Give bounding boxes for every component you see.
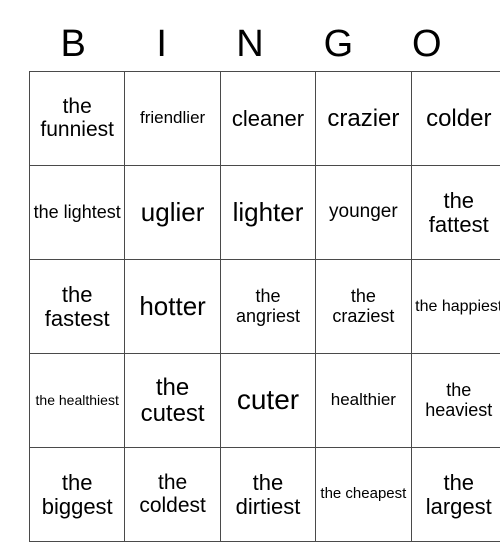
- bingo-cell[interactable]: the fastest: [28, 259, 126, 354]
- bingo-cell[interactable]: the lightest: [28, 165, 126, 260]
- bingo-cell-label: the biggest: [41, 469, 113, 519]
- bingo-header-row: B I N G O: [29, 16, 471, 71]
- bingo-cell-label: the fattest: [428, 187, 489, 237]
- bingo-cell[interactable]: the happiest: [410, 259, 500, 354]
- bingo-cell[interactable]: the craziest: [315, 259, 412, 354]
- bingo-cell-label: the happiest: [415, 297, 500, 315]
- bingo-cell[interactable]: hotter: [124, 259, 221, 354]
- bingo-cell[interactable]: cleaner: [219, 71, 317, 166]
- bingo-cell-label: the craziest: [332, 286, 395, 326]
- bingo-cell-label: younger: [329, 201, 398, 223]
- bingo-cell-label: the cheapest: [320, 485, 407, 503]
- bingo-header-letter-n: N: [236, 22, 264, 65]
- bingo-cell-label: cleaner: [231, 105, 305, 131]
- bingo-cell[interactable]: the cutest: [124, 353, 221, 448]
- bingo-cell-label: lighter: [232, 197, 304, 228]
- bingo-cell[interactable]: the coldest: [124, 447, 221, 542]
- bingo-cell[interactable]: the largest: [410, 447, 500, 542]
- bingo-row: the lightest uglier lighter younger the …: [28, 165, 500, 260]
- bingo-cell[interactable]: the dirtiest: [219, 447, 317, 542]
- bingo-cell[interactable]: the healthiest: [28, 353, 126, 448]
- bingo-cell-label: uglier: [140, 197, 205, 228]
- bingo-cell-label: the lightest: [33, 201, 121, 222]
- bingo-cell[interactable]: younger: [315, 165, 412, 260]
- bingo-header-letter-b: B: [60, 22, 86, 65]
- bingo-cell-label: cuter: [236, 384, 300, 416]
- bingo-cell[interactable]: healthier: [315, 353, 412, 448]
- bingo-cell-label: the heaviest: [425, 380, 493, 420]
- bingo-cell-label: the cutest: [140, 373, 205, 427]
- bingo-row: the biggest the coldest the dirtiest the…: [28, 447, 500, 542]
- bingo-cell-label: hotter: [139, 291, 206, 322]
- bingo-card: B I N G O the funniest friendlier cleane…: [28, 16, 500, 542]
- bingo-cell-label: healthier: [330, 390, 396, 410]
- bingo-cell-label: the largest: [425, 469, 492, 519]
- bingo-header-letter-g: G: [323, 22, 354, 65]
- bingo-cell[interactable]: the cheapest: [315, 447, 412, 542]
- bingo-cell[interactable]: friendlier: [124, 71, 221, 166]
- bingo-cell-label: the healthiest: [35, 391, 119, 408]
- bingo-cell[interactable]: colder: [410, 71, 500, 166]
- bingo-row: the fastest hotter the angriest the craz…: [28, 259, 500, 354]
- bingo-cell[interactable]: the heaviest: [410, 353, 500, 448]
- bingo-row: the funniest friendlier cleaner crazier …: [28, 71, 500, 166]
- bingo-cell[interactable]: cuter: [219, 353, 317, 448]
- bingo-cell-label: crazier: [327, 104, 400, 132]
- bingo-cell-label: the fastest: [44, 281, 110, 331]
- bingo-cell-label: the dirtiest: [235, 469, 301, 519]
- bingo-cell[interactable]: the funniest: [28, 71, 126, 166]
- bingo-cell[interactable]: the angriest: [219, 259, 317, 354]
- bingo-row: the healthiest the cutest cuter healthie…: [28, 353, 500, 448]
- bingo-cell[interactable]: lighter: [219, 165, 317, 260]
- bingo-grid: the funniest friendlier cleaner crazier …: [28, 71, 500, 542]
- bingo-cell-label: the coldest: [139, 470, 206, 517]
- bingo-cell[interactable]: crazier: [315, 71, 412, 166]
- bingo-cell[interactable]: the biggest: [28, 447, 126, 542]
- bingo-cell-label: the angriest: [235, 286, 300, 326]
- bingo-cell[interactable]: uglier: [124, 165, 221, 260]
- bingo-cell-label: the funniest: [40, 94, 114, 141]
- bingo-cell-label: colder: [426, 104, 492, 132]
- bingo-header-letter-i: I: [156, 22, 167, 65]
- bingo-cell[interactable]: the fattest: [410, 165, 500, 260]
- bingo-header-letter-o: O: [412, 22, 442, 65]
- bingo-cell-label: friendlier: [139, 108, 206, 128]
